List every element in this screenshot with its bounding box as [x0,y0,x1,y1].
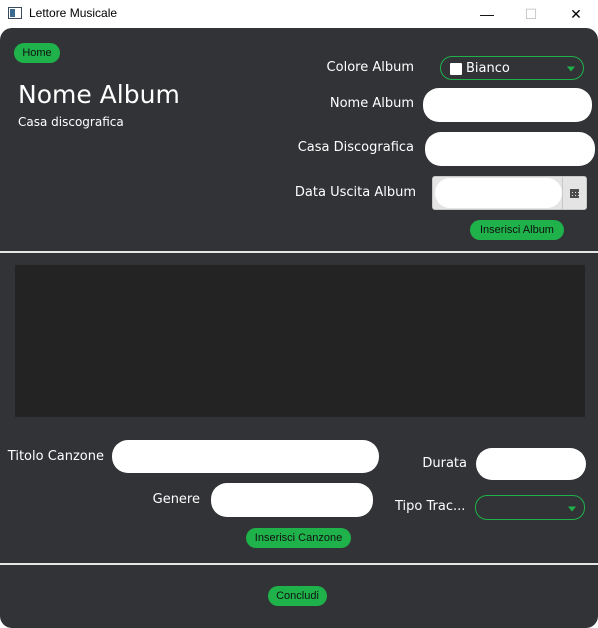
calendar-button[interactable] [562,177,586,209]
duration-input[interactable] [476,448,586,480]
finish-button[interactable]: Concludi [268,586,327,606]
title-bar: Lettore Musicale — ☐ ✕ [0,0,598,28]
chevron-down-icon [567,66,575,72]
song-title-input[interactable] [112,440,379,473]
app-window: Lettore Musicale — ☐ ✕ Home Nome Album C… [0,0,598,628]
release-date-input[interactable] [435,178,562,208]
release-date-label: Data Uscita Album [294,185,416,200]
track-type-select[interactable] [475,495,585,520]
album-name-input[interactable] [423,88,592,122]
album-name-label: Nome Album [329,96,414,111]
genre-label: Genere [152,492,200,507]
song-list[interactable] [15,265,585,417]
main-panel: Home Nome Album Casa discografica Colore… [0,28,598,628]
insert-song-button[interactable]: Inserisci Canzone [246,528,351,548]
home-button[interactable]: Home [14,43,60,63]
duration-label: Durata [422,456,467,471]
album-name-heading: Nome Album [18,80,180,109]
maximize-button[interactable]: ☐ [508,0,554,28]
app-icon [8,7,22,19]
album-color-value: Bianco [466,61,510,76]
record-label-subheading: Casa discografica [18,115,124,129]
calendar-icon [570,188,579,198]
genre-input[interactable] [211,483,373,517]
album-color-select[interactable]: Bianco [440,56,584,80]
window-title: Lettore Musicale [29,6,118,20]
color-swatch [450,63,462,75]
section-divider [0,251,598,253]
footer-divider [0,563,598,565]
track-type-label: Tipo Trac... [395,499,466,514]
record-label-label: Casa Discografica [297,140,414,155]
close-button[interactable]: ✕ [553,0,598,28]
release-date-picker [432,176,587,210]
album-color-label: Colore Album [326,60,414,75]
insert-album-button[interactable]: Inserisci Album [470,220,564,240]
record-label-input[interactable] [425,132,595,166]
chevron-down-icon [568,506,576,511]
song-title-label: Titolo Canzone [7,449,104,464]
minimize-button[interactable]: — [464,0,510,28]
